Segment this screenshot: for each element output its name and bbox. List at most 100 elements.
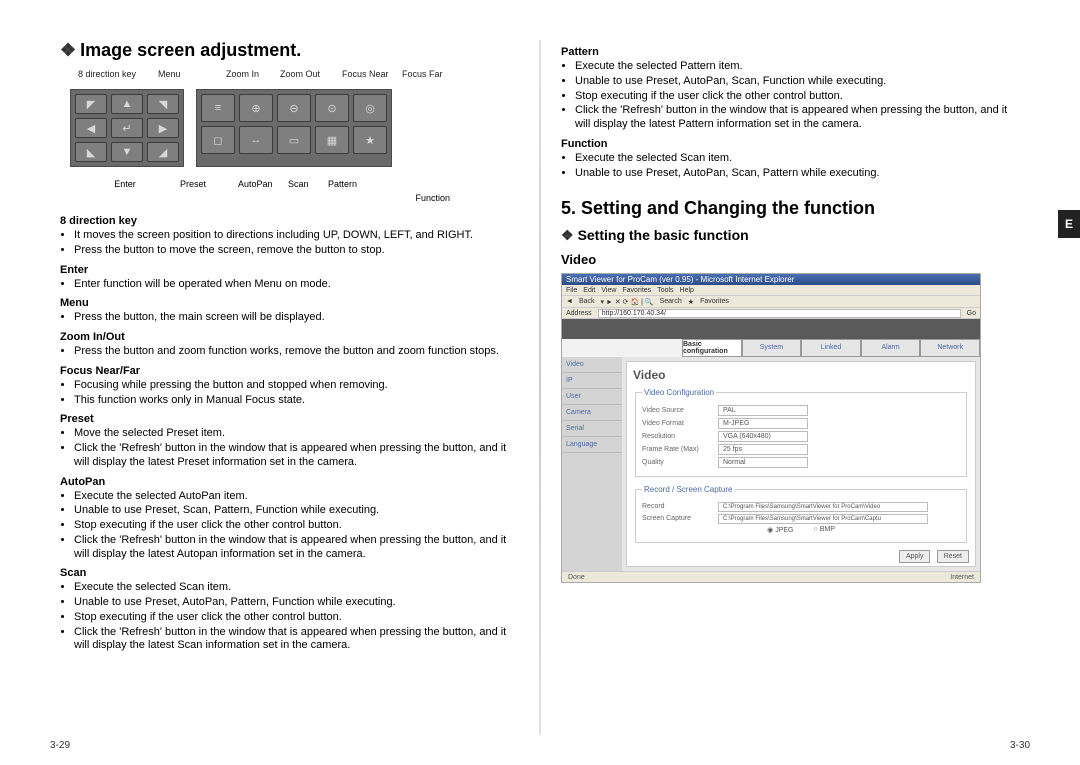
row2-label: Video Format <box>642 420 712 427</box>
radio-jpeg[interactable]: ◉ JPEG <box>767 526 793 534</box>
left-page: Image screen adjustment. 8 direction key… <box>40 40 539 735</box>
sec-8dir-i1: It moves the screen position to directio… <box>74 229 519 243</box>
fav-label[interactable]: Favorites <box>700 298 729 305</box>
focus-far-icon[interactable]: ◎ <box>353 94 387 122</box>
scan-icon[interactable]: ▭ <box>277 126 311 154</box>
sec-focus-i1: Focusing while pressing the button and s… <box>74 379 519 393</box>
tab-linked[interactable]: Linked <box>801 339 861 357</box>
status-bar: Done Internet <box>562 571 980 583</box>
sec-autopan-i2: Unable to use Preset, Scan, Pattern, Fun… <box>74 504 519 518</box>
right-h3: Video <box>561 252 1020 267</box>
arrow-right-icon[interactable]: ▶ <box>147 118 179 138</box>
row4-label: Frame Rate (Max) <box>642 446 712 453</box>
resolution-select[interactable]: VGA (640x480) <box>718 431 808 442</box>
autopan-icon[interactable]: ↔ <box>239 126 273 154</box>
addr-input[interactable]: http://160.170.40.34/ <box>598 309 961 318</box>
arrow-down-right-icon[interactable]: ◢ <box>147 142 179 162</box>
sec-function-title: Function <box>561 138 1020 150</box>
app-banner <box>562 319 980 339</box>
nav-ip[interactable]: IP <box>562 373 622 389</box>
right-h1: 5. Setting and Changing the function <box>561 198 1020 219</box>
sec-scan-i1: Execute the selected Scan item. <box>74 581 519 595</box>
tab-system[interactable]: System <box>742 339 802 357</box>
addr-label: Address <box>566 310 592 317</box>
menu-edit[interactable]: Edit <box>583 287 595 294</box>
label-focusnear: Focus Near <box>342 69 402 79</box>
zoom-out-icon[interactable]: ⊖ <box>277 94 311 122</box>
sec-zoom-i1: Press the button and zoom function works… <box>74 345 519 359</box>
radio-bmp[interactable]: ○ BMP <box>814 526 835 533</box>
back-icon[interactable]: ◄ <box>566 298 573 305</box>
content-pane: Video Video Configuration Video SourcePA… <box>626 361 976 567</box>
screenshot-video-config: Smart Viewer for ProCam (ver 0.95) - Mic… <box>561 273 981 583</box>
label-preset: Preset <box>180 179 238 189</box>
nav-camera[interactable]: Camera <box>562 405 622 421</box>
label-menu: Menu <box>158 69 226 79</box>
preset-icon[interactable]: ◻ <box>201 126 235 154</box>
right-h2: Setting the basic function <box>561 227 1020 244</box>
sec-pattern-i1: Execute the selected Pattern item. <box>575 60 1020 74</box>
search-label[interactable]: Search <box>660 298 682 305</box>
arrow-up-left-icon[interactable]: ◤ <box>75 94 107 114</box>
enter-icon[interactable]: ↵ <box>111 118 143 138</box>
tab-basic[interactable]: Basic configuration <box>682 339 742 357</box>
framerate-select[interactable]: 25 fps <box>718 444 808 455</box>
address-bar: Address http://160.170.40.34/ Go <box>562 308 980 320</box>
nav-video[interactable]: Video <box>562 357 622 373</box>
menu-tools[interactable]: Tools <box>657 287 673 294</box>
row7-label: Screen Capture <box>642 515 712 522</box>
back-label[interactable]: Back <box>579 298 595 305</box>
menu-btn-icon[interactable]: ≡ <box>201 94 235 122</box>
quality-select[interactable]: Normal <box>718 457 808 468</box>
fs2-title: Record / Screen Capture <box>642 485 735 494</box>
apply-button[interactable]: Apply <box>899 550 931 563</box>
tab-network[interactable]: Network <box>920 339 980 357</box>
arrow-left-icon[interactable]: ◀ <box>75 118 107 138</box>
menu-help[interactable]: Help <box>680 287 694 294</box>
tab-alarm[interactable]: Alarm <box>861 339 921 357</box>
sec-function-i2: Unable to use Preset, AutoPan, Scan, Pat… <box>575 167 1020 181</box>
zoom-in-icon[interactable]: ⊕ <box>239 94 273 122</box>
sec-zoom-title: Zoom In/Out <box>60 331 519 343</box>
arrow-down-left-icon[interactable]: ◣ <box>75 142 107 162</box>
record-path[interactable]: C:\Program Files\Samsung\SmartViewer for… <box>718 502 928 512</box>
video-source-value: PAL <box>718 405 808 416</box>
menu-favorites[interactable]: Favorites <box>622 287 651 294</box>
label-enter: Enter <box>70 179 180 189</box>
pattern-icon[interactable]: ▦ <box>315 126 349 154</box>
sec-scan-i3: Stop executing if the user click the oth… <box>74 611 519 625</box>
sec-pattern-i4: Click the 'Refresh' button in the window… <box>575 104 1020 132</box>
go-button[interactable]: Go <box>967 310 976 317</box>
capture-path[interactable]: C:\Program Files\Samsung\SmartViewer for… <box>718 514 928 524</box>
focus-near-icon[interactable]: ⊙ <box>315 94 349 122</box>
window-toolbar: ◄ Back ▾ ► ✕ ⟳ 🏠 | 🔍 Search ★ Favorites <box>562 296 980 308</box>
arrow-down-icon[interactable]: ▼ <box>111 142 143 162</box>
content-title: Video <box>633 368 969 382</box>
nav-serial[interactable]: Serial <box>562 421 622 437</box>
sec-menu-i1: Press the button, the main screen will b… <box>74 311 519 325</box>
page-num-left: 3-29 <box>50 740 70 751</box>
row6-label: Record <box>642 503 712 510</box>
nav-user[interactable]: User <box>562 389 622 405</box>
video-format-select[interactable]: M-JPEG <box>718 418 808 429</box>
sec-autopan-i1: Execute the selected AutoPan item. <box>74 490 519 504</box>
menu-file[interactable]: File <box>566 287 577 294</box>
sec-8dir-title: 8 direction key <box>60 215 519 227</box>
menu-view[interactable]: View <box>601 287 616 294</box>
label-autopan: AutoPan <box>238 179 288 189</box>
label-zoomin: Zoom In <box>226 69 280 79</box>
function-icon[interactable]: ★ <box>353 126 387 154</box>
sec-menu-title: Menu <box>60 297 519 309</box>
arrow-up-right-icon[interactable]: ◥ <box>147 94 179 114</box>
label-zoomout: Zoom Out <box>280 69 342 79</box>
sec-enter-i1: Enter function will be operated when Men… <box>74 278 519 292</box>
row1-label: Video Source <box>642 407 712 414</box>
sec-pattern-i3: Stop executing if the user click the oth… <box>575 90 1020 104</box>
window-menubar: File Edit View Favorites Tools Help <box>562 285 980 297</box>
arrow-up-icon[interactable]: ▲ <box>111 94 143 114</box>
nav-language[interactable]: Language <box>562 437 622 453</box>
sec-autopan-i4: Click the 'Refresh' button in the window… <box>74 534 519 562</box>
sec-8dir-i2: Press the button to move the screen, rem… <box>74 244 519 258</box>
reset-button[interactable]: Reset <box>937 550 969 563</box>
label-8dir: 8 direction key <box>78 69 158 79</box>
